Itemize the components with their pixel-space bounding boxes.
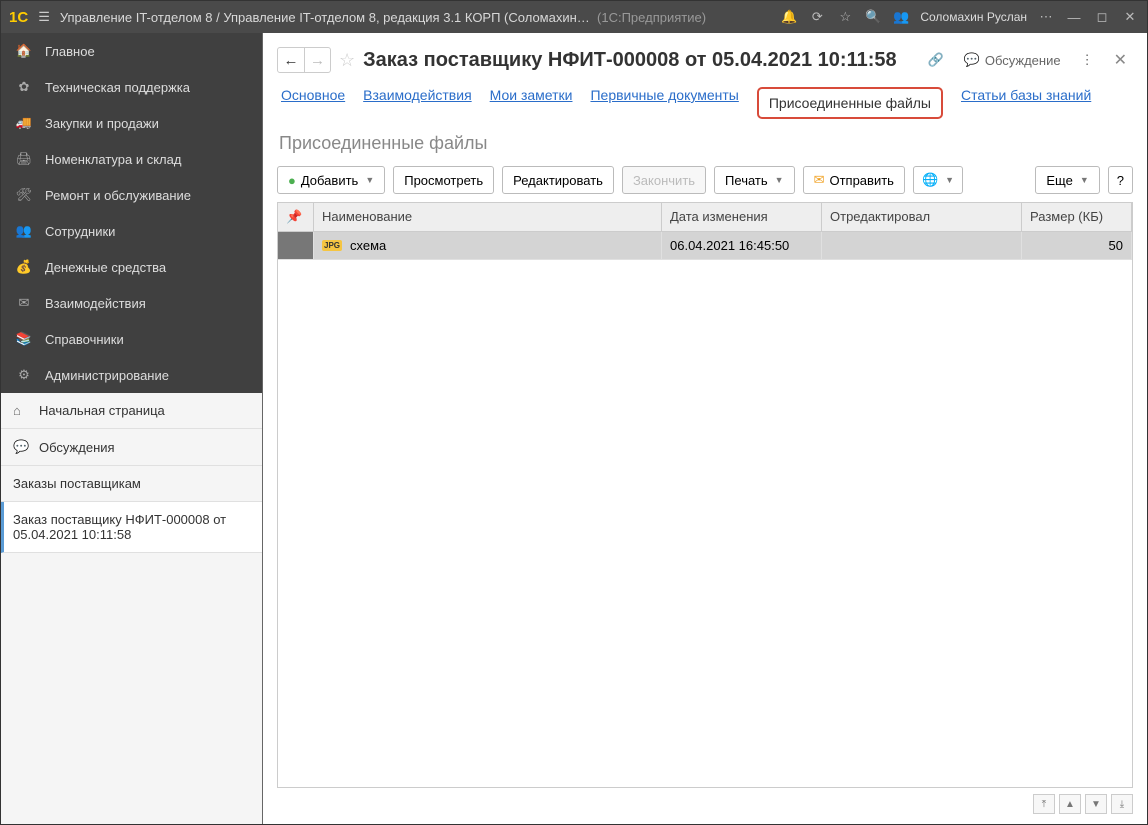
page-down[interactable]: ▼ xyxy=(1085,794,1107,814)
bell-icon[interactable]: 🔔 xyxy=(780,9,798,25)
more-button[interactable]: Еще▼ xyxy=(1035,166,1099,194)
sidebar: 🏠Главное ✿Техническая поддержка 🚚Закупки… xyxy=(1,33,263,824)
nav-purchases[interactable]: 🚚Закупки и продажи xyxy=(1,105,262,141)
chevron-down-icon: ▼ xyxy=(945,175,954,185)
pager: ⤒ ▲ ▼ ⤓ xyxy=(277,788,1133,824)
sb-current-doc[interactable]: Заказ поставщику НФИТ-000008 от 05.04.20… xyxy=(1,502,262,553)
doc-title: Заказ поставщику НФИТ-000008 от 05.04.20… xyxy=(363,49,913,72)
discuss-button[interactable]: 💬 Обсуждение xyxy=(958,48,1067,72)
fav-star-icon[interactable]: ☆ xyxy=(339,50,355,71)
user-icon[interactable]: 👥 xyxy=(892,9,910,25)
tab-kb[interactable]: Статьи базы знаний xyxy=(961,87,1091,119)
tab-main[interactable]: Основное xyxy=(281,87,345,119)
tools-icon: 🛠 xyxy=(15,187,33,203)
printer-icon: 🖨 xyxy=(15,151,33,167)
page-last[interactable]: ⤓ xyxy=(1111,794,1133,814)
logo-1c: 1C xyxy=(9,9,28,26)
edit-button[interactable]: Редактировать xyxy=(502,166,614,194)
globe-icon: 🌐 xyxy=(922,172,938,188)
file-date: 06.04.2021 16:45:50 xyxy=(662,232,822,259)
col-editor[interactable]: Отредактировал xyxy=(822,203,1022,231)
tab-interactions[interactable]: Взаимодействия xyxy=(363,87,472,119)
chevron-down-icon: ▼ xyxy=(365,175,374,185)
row-selector[interactable] xyxy=(278,232,314,259)
file-name: схема xyxy=(350,238,386,253)
close-window-icon[interactable]: ✕ xyxy=(1121,9,1139,25)
tab-primary-docs[interactable]: Первичные документы xyxy=(590,87,738,119)
nav-repair[interactable]: 🛠Ремонт и обслуживание xyxy=(1,177,262,213)
table-row[interactable]: JPG схема 06.04.2021 16:45:50 50 xyxy=(278,232,1132,260)
titlebar: 1C ☰ Управление IT-отделом 8 / Управлени… xyxy=(1,1,1147,33)
nav-interactions[interactable]: ✉Взаимодействия xyxy=(1,285,262,321)
section-title: Присоединенные файлы xyxy=(277,129,1133,164)
col-date[interactable]: Дата изменения xyxy=(662,203,822,231)
tab-notes[interactable]: Мои заметки xyxy=(490,87,573,119)
home-icon: 🏠 xyxy=(15,43,33,59)
sb-discussions[interactable]: 💬Обсуждения xyxy=(1,429,262,466)
minimize-icon[interactable]: — xyxy=(1065,10,1083,25)
nav-staff[interactable]: 👥Сотрудники xyxy=(1,213,262,249)
grid-header: 📌 Наименование Дата изменения Отредактир… xyxy=(278,203,1132,232)
help-button[interactable]: ? xyxy=(1108,166,1133,194)
history-icon[interactable]: ⟳ xyxy=(808,9,826,25)
nav-support[interactable]: ✿Техническая поддержка xyxy=(1,69,262,105)
star-icon[interactable]: ☆ xyxy=(836,9,854,25)
link-icon[interactable]: 🔗 xyxy=(921,48,949,72)
kebab-icon[interactable]: ⋮ xyxy=(1075,48,1100,72)
gear-icon: ⚙ xyxy=(15,367,33,383)
view-button[interactable]: Просмотреть xyxy=(393,166,494,194)
sb-orders[interactable]: Заказы поставщикам xyxy=(1,466,262,502)
col-name[interactable]: Наименование xyxy=(314,203,662,231)
files-grid: 📌 Наименование Дата изменения Отредактир… xyxy=(277,202,1133,788)
caption-more-icon[interactable]: ⋯ xyxy=(1037,9,1055,25)
jpg-icon: JPG xyxy=(322,240,342,251)
sb-start-page[interactable]: ⌂Начальная страница xyxy=(1,393,262,429)
user-name[interactable]: Соломахин Руслан xyxy=(920,10,1027,24)
add-button[interactable]: ●Добавить▼ xyxy=(277,166,385,194)
nav-buttons: ← → xyxy=(277,47,331,73)
forward-button[interactable]: → xyxy=(304,48,330,72)
page-up[interactable]: ▲ xyxy=(1059,794,1081,814)
toolbar: ●Добавить▼ Просмотреть Редактировать Зак… xyxy=(277,164,1133,202)
support-icon: ✿ xyxy=(15,79,33,95)
mail-icon: ✉ xyxy=(15,295,33,311)
people-icon: 👥 xyxy=(15,223,33,239)
tab-attachments[interactable]: Присоединенные файлы xyxy=(757,87,943,119)
book-icon: 📚 xyxy=(15,331,33,347)
print-button[interactable]: Печать▼ xyxy=(714,166,795,194)
doc-header: ← → ☆ Заказ поставщику НФИТ-000008 от 05… xyxy=(277,41,1133,79)
nav-admin[interactable]: ⚙Администрирование xyxy=(1,357,262,393)
chevron-down-icon: ▼ xyxy=(775,175,784,185)
close-doc-icon[interactable]: ✕ xyxy=(1108,50,1133,70)
money-icon: 💰 xyxy=(15,259,33,275)
nav-stock[interactable]: 🖨Номенклатура и склад xyxy=(1,141,262,177)
finish-button: Закончить xyxy=(622,166,706,194)
truck-icon: 🚚 xyxy=(15,115,33,131)
nav-main[interactable]: 🏠Главное xyxy=(1,33,262,69)
back-button[interactable]: ← xyxy=(278,48,304,72)
app-title: Управление IT-отделом 8 / Управление IT-… xyxy=(60,10,771,25)
doc-tabs: Основное Взаимодействия Мои заметки Перв… xyxy=(277,79,1133,129)
pin-icon: 📌 xyxy=(286,209,302,224)
chat-icon: 💬 xyxy=(13,439,29,455)
page-first[interactable]: ⤒ xyxy=(1033,794,1055,814)
envelope-icon: ✉ xyxy=(814,172,825,188)
plus-icon: ● xyxy=(288,173,296,188)
chevron-down-icon: ▼ xyxy=(1080,175,1089,185)
grid-body-empty xyxy=(278,260,1132,787)
send-button[interactable]: ✉Отправить xyxy=(803,166,905,194)
col-marker[interactable]: 📌 xyxy=(278,203,314,231)
nav-money[interactable]: 💰Денежные средства xyxy=(1,249,262,285)
file-editor xyxy=(822,232,1022,259)
maximize-icon[interactable]: ◻ xyxy=(1093,9,1111,25)
content-area: ← → ☆ Заказ поставщику НФИТ-000008 от 05… xyxy=(263,33,1147,824)
col-size[interactable]: Размер (КБ) xyxy=(1022,203,1132,231)
globe-button[interactable]: 🌐▼ xyxy=(913,166,963,194)
file-size: 50 xyxy=(1022,232,1132,259)
nav-refs[interactable]: 📚Справочники xyxy=(1,321,262,357)
home2-icon: ⌂ xyxy=(13,403,29,418)
search-icon[interactable]: 🔍 xyxy=(864,9,882,25)
menu-icon[interactable]: ☰ xyxy=(38,9,50,25)
